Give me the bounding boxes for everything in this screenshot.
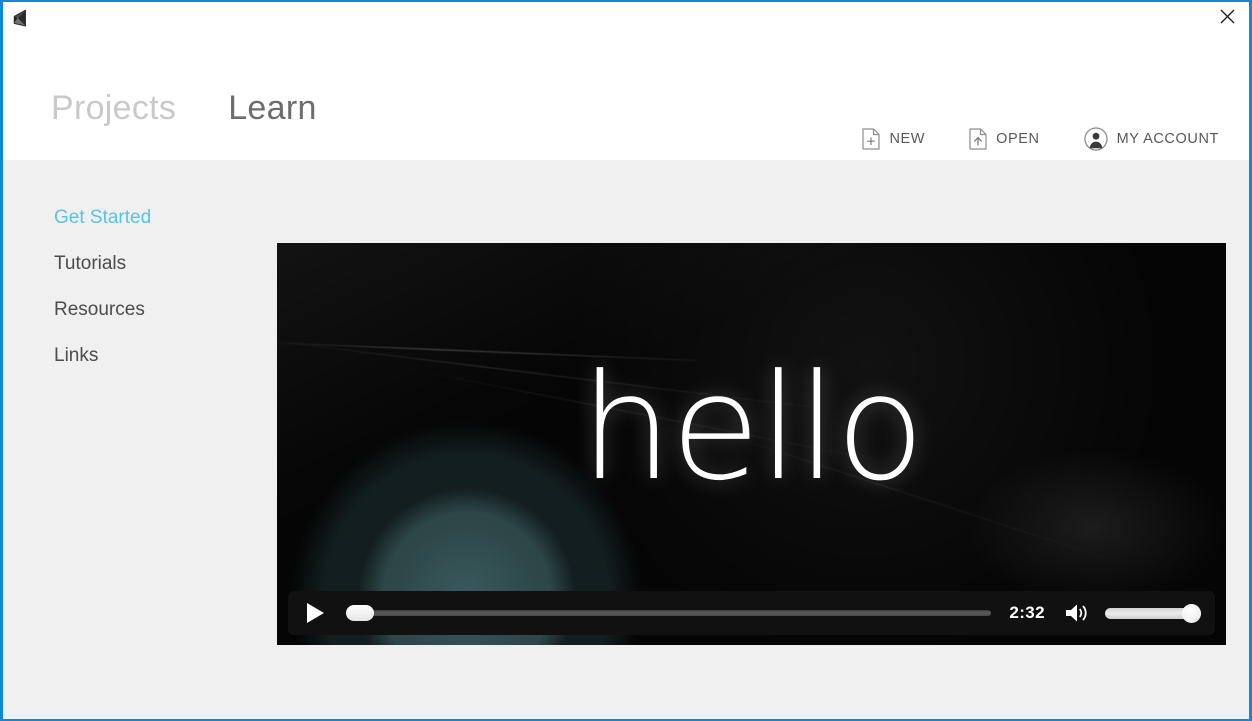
unity-logo-icon — [8, 7, 30, 29]
account-avatar-icon — [1083, 127, 1108, 151]
open-project-label: OPEN — [996, 131, 1040, 147]
close-icon — [1220, 9, 1234, 24]
header-actions: NEW OPEN MY ACCOUNT — [862, 127, 1219, 151]
unity-launcher-window: Projects Learn NEW OPEN MY ACCOUNT Get S… — [0, 0, 1252, 721]
sidebar-item-tutorials-label: Tutorials — [54, 253, 127, 274]
video-controls-bar: 2:32 — [288, 591, 1215, 635]
content-area: Get Started Tutorials Resources Links he… — [3, 160, 1249, 719]
new-project-label: NEW — [889, 131, 926, 147]
progress-slider[interactable] — [346, 602, 992, 624]
tab-projects[interactable]: Projects — [51, 89, 176, 167]
play-icon — [307, 603, 324, 623]
sidebar-item-links[interactable]: Links — [3, 344, 233, 390]
window-close-button[interactable] — [1205, 2, 1249, 31]
new-project-button[interactable]: NEW — [862, 128, 925, 150]
new-document-icon — [862, 128, 881, 150]
my-account-label: MY ACCOUNT — [1116, 131, 1219, 147]
video-overlay-text: hello — [580, 343, 925, 513]
sidebar-item-resources-label: Resources — [54, 299, 145, 320]
sidebar-item-tutorials[interactable]: Tutorials — [3, 252, 233, 298]
sidebar-item-resources[interactable]: Resources — [3, 298, 233, 344]
volume-slider[interactable] — [1105, 602, 1201, 624]
progress-handle[interactable] — [346, 605, 374, 621]
volume-button[interactable] — [1063, 600, 1093, 626]
main-tabs: Projects Learn — [51, 89, 320, 167]
open-project-button[interactable]: OPEN — [969, 128, 1040, 150]
title-bar — [3, 2, 1249, 31]
sidebar-item-links-label: Links — [54, 345, 99, 366]
tab-learn[interactable]: Learn — [226, 89, 320, 167]
open-document-icon — [969, 128, 987, 150]
sidebar-item-get-started-label: Get Started — [54, 207, 152, 228]
app-header: Projects Learn NEW OPEN MY ACCOUNT — [3, 31, 1249, 167]
volume-handle[interactable] — [1182, 603, 1201, 623]
progress-track — [346, 610, 992, 616]
tab-projects-label: Projects — [51, 89, 177, 127]
video-player[interactable]: hello 2:32 — [277, 243, 1226, 645]
play-button[interactable] — [302, 600, 328, 626]
learn-sidebar: Get Started Tutorials Resources Links — [3, 160, 233, 390]
volume-high-icon — [1066, 604, 1087, 622]
tab-learn-label: Learn — [228, 89, 317, 127]
sidebar-item-get-started[interactable]: Get Started — [3, 206, 233, 252]
my-account-button[interactable]: MY ACCOUNT — [1083, 127, 1219, 151]
time-display: 2:32 — [1009, 603, 1045, 622]
